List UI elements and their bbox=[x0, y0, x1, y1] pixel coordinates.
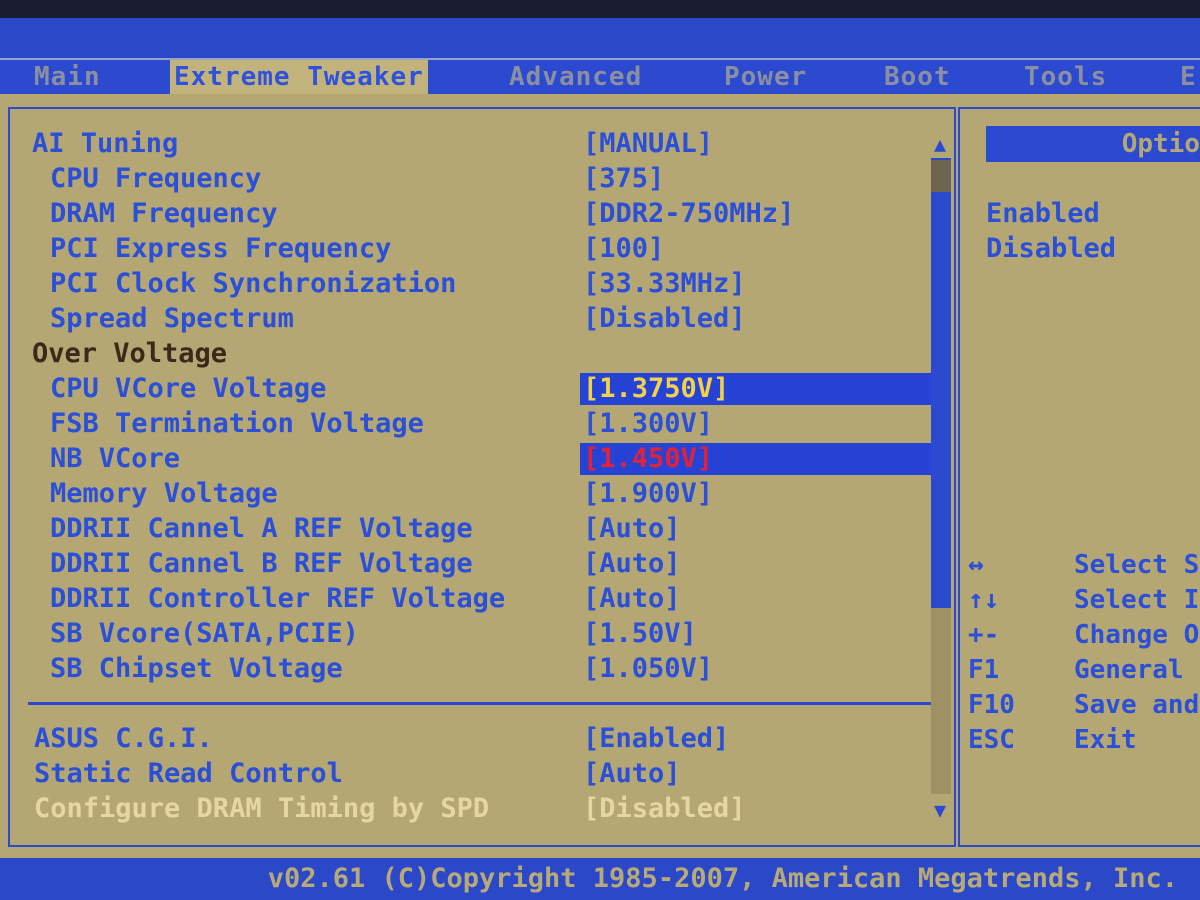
tab-extreme-tweaker[interactable]: Extreme Tweaker bbox=[170, 60, 428, 94]
divider bbox=[28, 702, 933, 705]
setting-label: FSB Termination Voltage bbox=[50, 408, 424, 439]
setting-value[interactable]: [Auto] bbox=[580, 758, 684, 790]
setting-label: DRAM Frequency bbox=[50, 198, 278, 229]
plus-minus-icon: +- bbox=[968, 620, 1000, 650]
options-header: Optio bbox=[986, 126, 1200, 162]
help-exit: ESC Exit bbox=[968, 723, 1200, 757]
setting-value[interactable]: [MANUAL] bbox=[580, 128, 716, 160]
setting-label: DDRII Cannel B REF Voltage bbox=[50, 548, 473, 579]
setting-memory-voltage[interactable]: Memory Voltage [1.900V] bbox=[0, 478, 930, 510]
help-desc: Exit bbox=[1074, 725, 1137, 755]
setting-value-warning[interactable]: [1.450V] bbox=[580, 443, 932, 475]
setting-value[interactable]: [375] bbox=[580, 163, 667, 195]
setting-sb-chipset-voltage[interactable]: SB Chipset Voltage [1.050V] bbox=[0, 653, 930, 685]
setting-label: DDRII Controller REF Voltage bbox=[50, 583, 506, 614]
help-desc: General bbox=[1074, 655, 1184, 685]
setting-label: Static Read Control bbox=[34, 758, 343, 789]
setting-label: PCI Clock Synchronization bbox=[50, 268, 457, 299]
setting-value-disabled: [Disabled] bbox=[583, 793, 746, 824]
setting-value[interactable]: [1.900V] bbox=[580, 478, 716, 510]
setting-nb-vcore[interactable]: NB VCore [1.450V] bbox=[0, 443, 932, 475]
setting-label: ASUS C.G.I. bbox=[34, 723, 213, 754]
setting-label: Memory Voltage bbox=[50, 478, 278, 509]
scroll-up-icon[interactable]: ▲ bbox=[928, 132, 952, 156]
setting-label-disabled: Configure DRAM Timing by SPD bbox=[34, 793, 490, 824]
section-over-voltage: Over Voltage bbox=[0, 338, 930, 370]
tab-boot[interactable]: Boot bbox=[880, 60, 955, 94]
setting-value-selected[interactable]: [1.3750V] bbox=[580, 373, 932, 405]
tab-exit[interactable]: E bbox=[1176, 60, 1200, 94]
setting-label: SB Chipset Voltage bbox=[50, 653, 343, 684]
monitor-bezel bbox=[0, 0, 1200, 18]
setting-label: PCI Express Frequency bbox=[50, 233, 392, 264]
setting-cpu-frequency[interactable]: CPU Frequency [375] bbox=[0, 163, 930, 195]
setting-label: DDRII Cannel A REF Voltage bbox=[50, 513, 473, 544]
menu-bar: Main Extreme Tweaker Advanced Power Boot… bbox=[0, 58, 1200, 94]
setting-value[interactable]: [Enabled] bbox=[580, 723, 732, 755]
tab-advanced[interactable]: Advanced bbox=[505, 60, 646, 94]
setting-ai-tuning[interactable]: AI Tuning [MANUAL] bbox=[0, 128, 930, 160]
setting-value[interactable]: [Auto] bbox=[580, 583, 684, 615]
help-select-screen: ↔ Select S bbox=[968, 548, 1200, 582]
scrollbar-thumb[interactable] bbox=[931, 158, 951, 608]
section-title: Over Voltage bbox=[32, 338, 228, 369]
setting-sb-vcore[interactable]: SB Vcore(SATA,PCIE) [1.50V] bbox=[0, 618, 930, 650]
setting-label: AI Tuning bbox=[32, 128, 179, 159]
help-change-option: +- Change O bbox=[968, 618, 1200, 652]
setting-value[interactable]: [1.300V] bbox=[580, 408, 716, 440]
tab-tools[interactable]: Tools bbox=[1020, 60, 1111, 94]
tab-power[interactable]: Power bbox=[720, 60, 811, 94]
setting-value[interactable]: [1.050V] bbox=[580, 653, 716, 685]
option-disabled[interactable]: Disabled bbox=[986, 232, 1116, 266]
setting-value[interactable]: [DDR2-750MHz] bbox=[580, 198, 797, 230]
tab-main[interactable]: Main bbox=[30, 60, 105, 94]
copyright-footer: v02.61 (C)Copyright 1985-2007, American … bbox=[0, 858, 1200, 900]
setting-label: CPU VCore Voltage bbox=[50, 373, 327, 404]
setting-spread-spectrum[interactable]: Spread Spectrum [Disabled] bbox=[0, 303, 930, 335]
setting-ddrii-channel-a-ref[interactable]: DDRII Cannel A REF Voltage [Auto] bbox=[0, 513, 930, 545]
setting-pci-clock-sync[interactable]: PCI Clock Synchronization [33.33MHz] bbox=[0, 268, 930, 300]
setting-fsb-termination-voltage[interactable]: FSB Termination Voltage [1.300V] bbox=[0, 408, 930, 440]
title-bar bbox=[0, 18, 1200, 58]
setting-configure-dram-timing: Configure DRAM Timing by SPD [Disabled] bbox=[0, 793, 930, 825]
setting-value[interactable]: [100] bbox=[580, 233, 667, 265]
setting-label: NB VCore bbox=[50, 443, 181, 474]
help-desc: Select S bbox=[1074, 550, 1200, 580]
setting-value[interactable]: [1.50V] bbox=[580, 618, 700, 650]
setting-value[interactable]: [Disabled] bbox=[580, 303, 749, 335]
scrollbar-cap bbox=[931, 160, 951, 192]
help-key: ESC bbox=[968, 725, 1015, 755]
help-desc: Save and bbox=[1074, 690, 1200, 720]
setting-cpu-vcore-voltage[interactable]: CPU VCore Voltage [1.3750V] bbox=[0, 373, 932, 405]
help-desc: Select I bbox=[1074, 585, 1200, 615]
setting-asus-cgi[interactable]: ASUS C.G.I. [Enabled] bbox=[0, 723, 930, 755]
setting-label: CPU Frequency bbox=[50, 163, 262, 194]
help-key: F10 bbox=[968, 690, 1015, 720]
scroll-down-icon[interactable]: ▼ bbox=[928, 798, 952, 822]
help-select-item: ↑↓ Select I bbox=[968, 583, 1200, 617]
help-key: F1 bbox=[968, 655, 1000, 685]
setting-ddrii-channel-b-ref[interactable]: DDRII Cannel B REF Voltage [Auto] bbox=[0, 548, 930, 580]
setting-value[interactable]: [Auto] bbox=[580, 548, 684, 580]
help-general-help: F1 General bbox=[968, 653, 1200, 687]
setting-label: Spread Spectrum bbox=[50, 303, 294, 334]
option-enabled[interactable]: Enabled bbox=[986, 197, 1100, 231]
setting-pci-express-frequency[interactable]: PCI Express Frequency [100] bbox=[0, 233, 930, 265]
help-desc: Change O bbox=[1074, 620, 1200, 650]
help-save-and-exit: F10 Save and bbox=[968, 688, 1200, 722]
arrows-up-down-icon: ↑↓ bbox=[968, 585, 1000, 615]
setting-static-read-control[interactable]: Static Read Control [Auto] bbox=[0, 758, 930, 790]
arrows-left-right-icon: ↔ bbox=[968, 550, 984, 580]
setting-value[interactable]: [33.33MHz] bbox=[580, 268, 749, 300]
setting-value[interactable]: [Auto] bbox=[580, 513, 684, 545]
setting-dram-frequency[interactable]: DRAM Frequency [DDR2-750MHz] bbox=[0, 198, 930, 230]
setting-ddrii-controller-ref[interactable]: DDRII Controller REF Voltage [Auto] bbox=[0, 583, 930, 615]
setting-label: SB Vcore(SATA,PCIE) bbox=[50, 618, 359, 649]
bios-screen: Main Extreme Tweaker Advanced Power Boot… bbox=[0, 0, 1200, 900]
